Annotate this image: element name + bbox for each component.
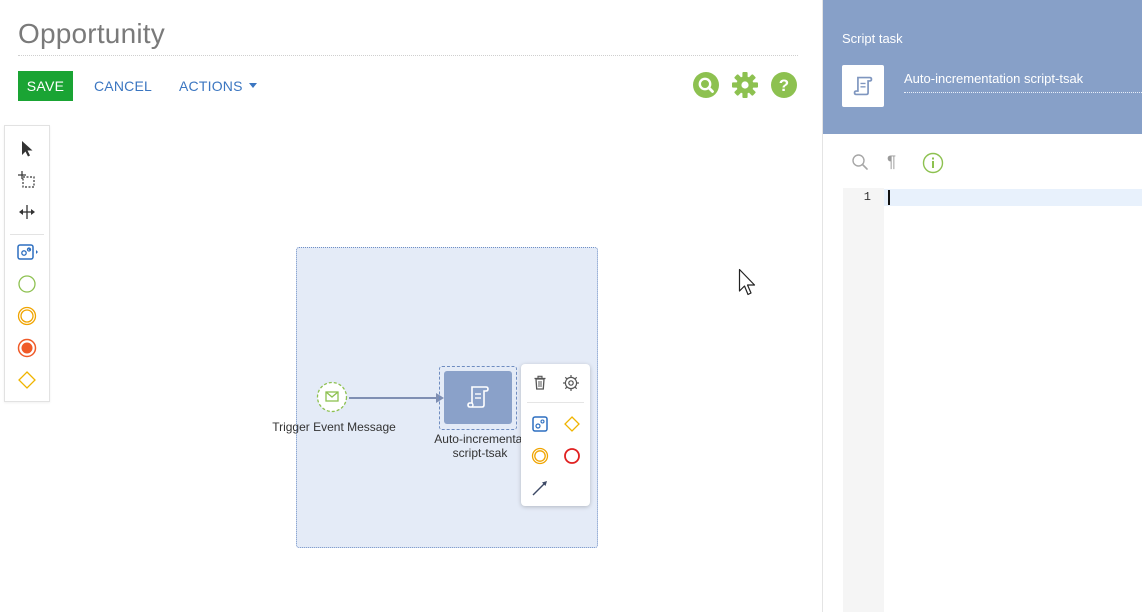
text-cursor (888, 190, 890, 205)
context-pad (521, 364, 590, 506)
toolbar-divider (10, 234, 44, 235)
editor-gutter (843, 188, 884, 612)
line-number: 1 (863, 190, 871, 204)
delete-trash-icon[interactable] (530, 373, 550, 393)
info-icon[interactable] (922, 152, 944, 174)
help-icon[interactable]: ? (771, 72, 797, 98)
element-toolbar (4, 125, 50, 402)
search-icon[interactable] (693, 72, 719, 98)
save-button[interactable]: SAVE (18, 71, 73, 101)
script-task-node[interactable] (444, 371, 512, 424)
message-start-event[interactable] (316, 381, 348, 413)
append-intermediate-event-icon[interactable] (530, 446, 550, 466)
svg-text:?: ? (779, 76, 789, 95)
sequence-flow[interactable] (349, 397, 441, 399)
code-editor-active-line[interactable] (884, 189, 1142, 206)
lasso-select-tool-icon[interactable] (15, 168, 39, 192)
pointer-tool-icon[interactable] (15, 136, 39, 160)
intermediate-event-tool-icon[interactable] (15, 304, 39, 328)
task-tool-icon[interactable] (15, 240, 39, 264)
connect-arrow-icon[interactable] (530, 478, 550, 498)
element-name-input[interactable] (904, 71, 1142, 86)
script-icon (467, 386, 489, 408)
append-gateway-icon[interactable] (562, 414, 582, 434)
show-invisibles-icon[interactable]: ¶ (887, 152, 907, 172)
append-end-event-icon[interactable] (562, 446, 582, 466)
cancel-button[interactable]: CANCEL (94, 78, 152, 94)
append-task-icon[interactable] (530, 414, 550, 434)
page-title: Opportunity (18, 18, 165, 49)
context-pad-divider (527, 402, 584, 403)
start-event-tool-icon[interactable] (15, 272, 39, 296)
actions-dropdown-button[interactable]: ACTIONS (179, 78, 257, 94)
editor-search-icon[interactable] (850, 152, 870, 172)
end-event-tool-icon[interactable] (15, 336, 39, 360)
mouse-cursor-icon (738, 268, 758, 303)
script-task-type-icon (842, 65, 884, 107)
settings-gear-icon[interactable] (561, 373, 581, 393)
element-name-underline (904, 92, 1142, 93)
gear-icon[interactable] (732, 72, 758, 98)
start-event-label: Trigger Event Message (272, 420, 396, 434)
panel-title: Script task (842, 31, 903, 46)
actions-label: ACTIONS (179, 78, 243, 94)
space-tool-icon[interactable] (15, 200, 39, 224)
title-divider (18, 55, 798, 56)
caret-down-icon (248, 83, 257, 88)
gateway-tool-icon[interactable] (15, 368, 39, 392)
